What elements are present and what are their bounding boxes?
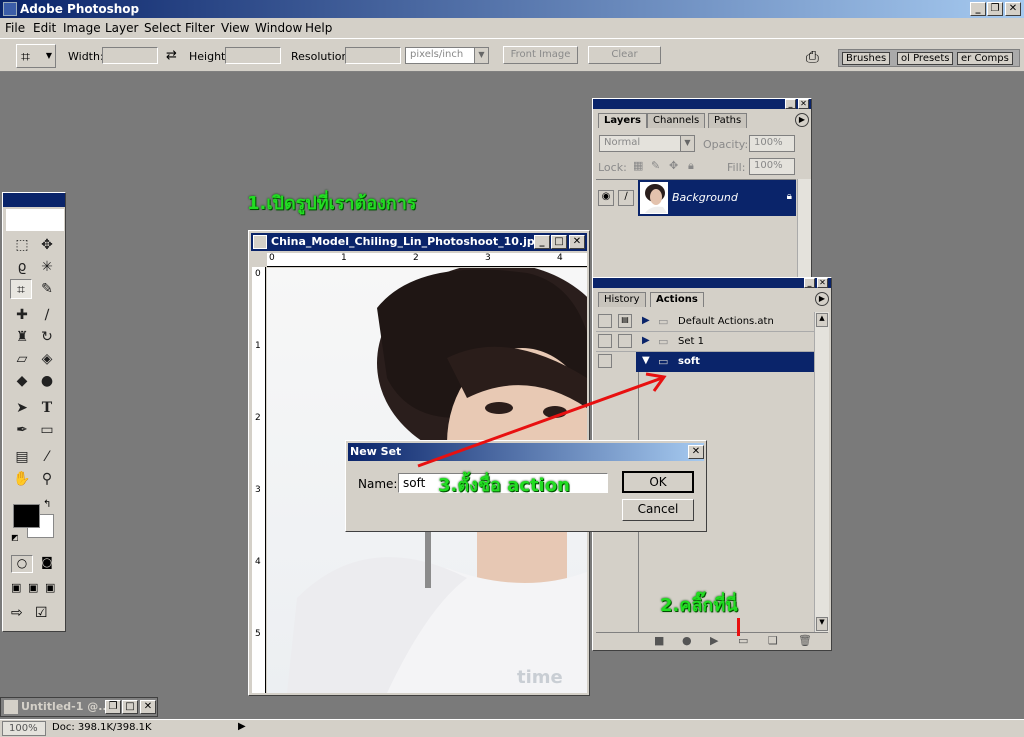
zoom-level[interactable]: 100% <box>2 721 46 736</box>
minimized-title: Untitled-1 @... <box>21 700 111 713</box>
minwin-restore-button[interactable]: ❐ <box>105 700 121 714</box>
minimized-window[interactable]: Untitled-1 @... ❐ □ ✕ <box>0 697 158 717</box>
minwin-close-button[interactable]: ✕ <box>140 700 156 714</box>
annotation-arrow <box>417 372 667 468</box>
document-icon <box>4 700 18 714</box>
doc-size: Doc: 398.1K/398.1K <box>52 722 152 733</box>
minwin-maximize-button[interactable]: □ <box>122 700 138 714</box>
status-bar: 100% Doc: 398.1K/398.1K ▶ <box>0 719 1024 737</box>
status-menu-arrow-icon[interactable]: ▶ <box>238 721 246 732</box>
